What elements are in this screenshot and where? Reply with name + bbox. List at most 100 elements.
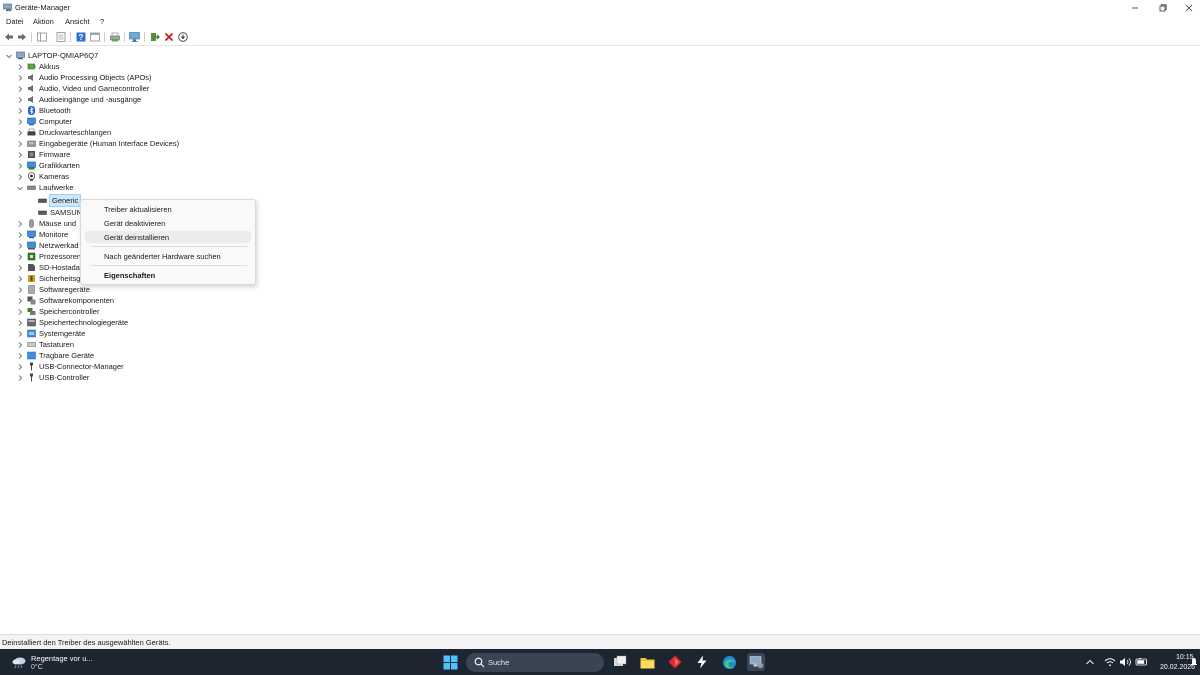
tree-category-portable[interactable]: Tragbare Geräte [16, 350, 94, 361]
expand-chevron-icon[interactable] [16, 118, 24, 126]
tree-category-printqueues[interactable]: Druckwarteschlangen [16, 127, 111, 138]
taskbar-app-explorer[interactable] [638, 653, 656, 671]
show-hide-console-tree-button[interactable] [36, 31, 47, 42]
expand-chevron-icon[interactable] [16, 140, 24, 148]
clock-date[interactable]: 20.02.2026 [1160, 664, 1195, 671]
taskbar-search[interactable]: Suche [466, 653, 604, 672]
tree-category-laufwerke[interactable]: Laufwerke [16, 182, 74, 193]
menu-aktion[interactable]: Aktion [33, 17, 54, 26]
tree-category-label: Monitore [39, 230, 69, 239]
tree-category-security[interactable]: Sicherheitsg [16, 273, 80, 284]
taskbar-app-red[interactable] [666, 653, 684, 671]
weather-rain-icon[interactable] [11, 656, 27, 669]
menu-item-update-driver[interactable]: Treiber aktualisieren [85, 203, 251, 215]
menu-item-scan-hardware[interactable]: Nach geänderter Hardware suchen [85, 250, 251, 262]
tree-category-system[interactable]: Systemgeräte [16, 328, 85, 339]
expand-chevron-icon[interactable] [16, 264, 24, 272]
menu-item-properties[interactable]: Eigenschaften [85, 269, 251, 281]
tree-category-cameras[interactable]: Kameras [16, 171, 69, 182]
collapse-chevron-icon[interactable] [5, 52, 13, 60]
tree-device-samsung[interactable]: SAMSUN [38, 207, 82, 218]
expand-chevron-icon[interactable] [16, 308, 24, 316]
collapse-chevron-icon[interactable] [16, 184, 24, 192]
back-button[interactable] [3, 31, 14, 42]
tree-category-processors[interactable]: Prozessoren [16, 251, 81, 262]
expand-chevron-icon[interactable] [16, 330, 24, 338]
tree-category-usb-connector[interactable]: USB-Connector-Manager [16, 361, 124, 372]
tree-category-bluetooth[interactable]: Bluetooth [16, 105, 71, 116]
forward-button[interactable] [16, 31, 27, 42]
minimize-button[interactable] [1120, 0, 1150, 15]
expand-chevron-icon[interactable] [16, 352, 24, 360]
uninstall-device-button[interactable] [163, 31, 174, 42]
update-driver-button[interactable] [149, 31, 160, 42]
tree-category-apos[interactable]: Audio Processing Objects (APOs) [16, 72, 152, 83]
volume-button[interactable] [1119, 656, 1131, 668]
toolbar-separator [124, 32, 125, 42]
tree-category-firmware[interactable]: Firmware [16, 149, 70, 160]
show-hidden-icons-button[interactable] [1084, 656, 1096, 668]
tree-category-storage-tech[interactable]: Speichertechnologiegeräte [16, 317, 128, 328]
monitor-icon [27, 117, 36, 126]
taskbar-app-lightning[interactable] [693, 653, 711, 671]
taskbar-app-device-manager[interactable] [747, 653, 765, 671]
taskbar-app-taskview[interactable] [611, 653, 629, 671]
tree-category-network[interactable]: Netzwerkad [16, 240, 79, 251]
expand-chevron-icon[interactable] [16, 374, 24, 382]
expand-chevron-icon[interactable] [16, 162, 24, 170]
tree-category-sd-host[interactable]: SD-Hostada [16, 262, 80, 273]
expand-chevron-icon[interactable] [16, 341, 24, 349]
tree-category-computer[interactable]: Computer [16, 116, 72, 127]
expand-chevron-icon[interactable] [16, 242, 24, 250]
tree-category-graphics[interactable]: Grafikkarten [16, 160, 80, 171]
properties-button[interactable] [55, 31, 66, 42]
expand-chevron-icon[interactable] [16, 96, 24, 104]
expand-chevron-icon[interactable] [16, 85, 24, 93]
expand-chevron-icon[interactable] [16, 74, 24, 82]
expand-chevron-icon[interactable] [16, 286, 24, 294]
menu-help[interactable]: ? [100, 17, 104, 26]
tree-category-keyboards[interactable]: Tastaturen [16, 339, 74, 350]
expand-chevron-icon[interactable] [16, 151, 24, 159]
tree-category-software-devices[interactable]: Softwaregeräte [16, 284, 90, 295]
start-button[interactable] [441, 653, 459, 671]
tree-category-monitors[interactable]: Monitore [16, 229, 68, 240]
weather-text[interactable]: Regentage vor u... [31, 654, 93, 663]
disable-device-button[interactable] [177, 31, 188, 42]
expand-chevron-icon[interactable] [16, 297, 24, 305]
tree-category-mice[interactable]: Mäuse und [16, 218, 76, 229]
tree-category-audio-io[interactable]: Audioeingänge und -ausgänge [16, 94, 141, 105]
menu-item-uninstall-device[interactable]: Gerät deinstallieren [85, 231, 251, 243]
tree-root[interactable]: LAPTOP-QMIAP6Q7 [5, 50, 98, 61]
expand-chevron-icon[interactable] [16, 129, 24, 137]
scan-hardware-button[interactable] [129, 31, 140, 42]
action-pane-button[interactable] [89, 31, 100, 42]
expand-chevron-icon[interactable] [16, 275, 24, 283]
tree-category-hid[interactable]: Eingabegeräte (Human Interface Devices) [16, 138, 179, 149]
search-placeholder: Suche [488, 658, 510, 667]
expand-chevron-icon[interactable] [16, 63, 24, 71]
wifi-button[interactable] [1104, 656, 1116, 668]
tree-category-usb-controller[interactable]: USB-Controller [16, 372, 89, 383]
taskbar-app-edge[interactable] [720, 653, 738, 671]
expand-chevron-icon[interactable] [16, 253, 24, 261]
expand-chevron-icon[interactable] [16, 220, 24, 228]
menu-ansicht[interactable]: Ansicht [65, 17, 90, 26]
expand-chevron-icon[interactable] [16, 319, 24, 327]
menu-datei[interactable]: Datei [6, 17, 24, 26]
expand-chevron-icon[interactable] [16, 173, 24, 181]
help-button[interactable]: ? [75, 31, 86, 42]
expand-chevron-icon[interactable] [16, 363, 24, 371]
tree-category-storage-controllers[interactable]: Speichercontroller [16, 306, 99, 317]
menu-item-disable-device[interactable]: Gerät deaktivieren [85, 217, 251, 229]
tree-category-akkus[interactable]: Akkus [16, 61, 59, 72]
notification-bell-icon[interactable] [1191, 657, 1197, 667]
tree-device-generic[interactable]: Generic [38, 194, 82, 207]
close-button[interactable] [1174, 0, 1200, 15]
expand-chevron-icon[interactable] [16, 231, 24, 239]
expand-chevron-icon[interactable] [16, 107, 24, 115]
tree-category-audio-video[interactable]: Audio, Video und Gamecontroller [16, 83, 149, 94]
print-button[interactable] [109, 31, 120, 42]
battery-button[interactable] [1135, 656, 1147, 668]
tree-category-software-components[interactable]: Softwarekomponenten [16, 295, 114, 306]
